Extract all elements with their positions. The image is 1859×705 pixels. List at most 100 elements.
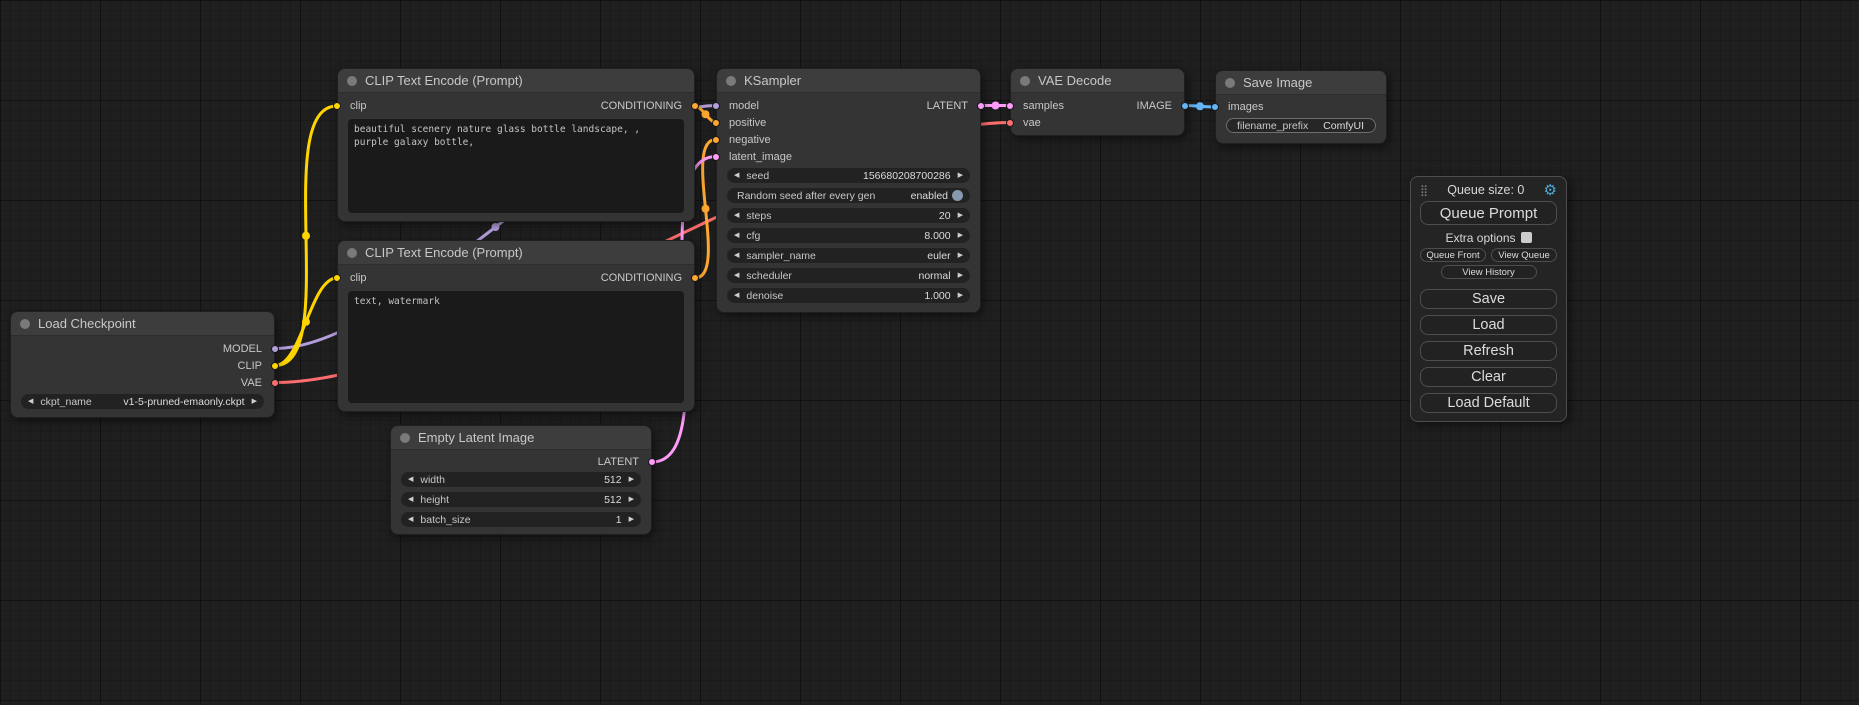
port-label: IMAGE	[1137, 100, 1172, 112]
arrow-left-icon[interactable]: ◀	[734, 232, 739, 239]
drag-handle-icon[interactable]: ⣿	[1420, 184, 1428, 197]
arrow-left-icon[interactable]: ◀	[408, 496, 413, 503]
node-title-bar[interactable]: Save Image	[1216, 71, 1386, 95]
arrow-right-icon[interactable]: ▶	[958, 232, 963, 239]
widget-sampler-name[interactable]: ◀ sampler_name euler ▶	[727, 248, 970, 263]
node-graph-canvas[interactable]: Load Checkpoint MODEL CLIP VAE ◀ ckpt_na…	[0, 0, 1859, 705]
node-title: KSampler	[744, 73, 801, 88]
port-clip-input[interactable]	[333, 274, 341, 282]
queue-front-button[interactable]: Queue Front	[1420, 248, 1486, 262]
view-history-button[interactable]: View History	[1441, 265, 1537, 279]
queue-prompt-button[interactable]: Queue Prompt	[1420, 201, 1557, 225]
collapse-dot-icon[interactable]	[20, 319, 30, 329]
prompt-text-input[interactable]: text, watermark	[348, 291, 684, 403]
widget-label: cfg	[746, 230, 760, 242]
port-negative-input[interactable]	[712, 136, 720, 144]
node-title-bar[interactable]: Empty Latent Image	[391, 426, 651, 450]
arrow-left-icon[interactable]: ◀	[408, 476, 413, 483]
arrow-left-icon[interactable]: ◀	[734, 252, 739, 259]
node-ksampler[interactable]: KSampler model LATENT positive negative …	[716, 68, 981, 313]
widget-filename-prefix[interactable]: filename_prefix ComfyUI	[1226, 118, 1376, 133]
arrow-right-icon[interactable]: ▶	[629, 476, 634, 483]
wire-clip	[275, 278, 337, 366]
port-row: vae	[1011, 114, 1184, 131]
load-default-button[interactable]: Load Default	[1420, 393, 1557, 413]
arrow-right-icon[interactable]: ▶	[958, 272, 963, 279]
widget-cfg[interactable]: ◀ cfg 8.000 ▶	[727, 228, 970, 243]
widget-value: 1	[616, 514, 622, 526]
node-title-bar[interactable]: CLIP Text Encode (Prompt)	[338, 69, 694, 93]
node-clip-text-encode-positive[interactable]: CLIP Text Encode (Prompt) clip CONDITION…	[337, 68, 695, 222]
node-clip-text-encode-negative[interactable]: CLIP Text Encode (Prompt) clip CONDITION…	[337, 240, 695, 412]
collapse-dot-icon[interactable]	[347, 248, 357, 258]
widget-height[interactable]: ◀ height 512 ▶	[401, 492, 641, 507]
widget-denoise[interactable]: ◀ denoise 1.000 ▶	[727, 288, 970, 303]
arrow-right-icon[interactable]: ▶	[958, 212, 963, 219]
port-image-output[interactable]	[1181, 102, 1189, 110]
collapse-dot-icon[interactable]	[1020, 76, 1030, 86]
node-title-bar[interactable]: KSampler	[717, 69, 980, 93]
port-samples-input[interactable]	[1006, 102, 1014, 110]
node-save-image[interactable]: Save Image images filename_prefix ComfyU…	[1215, 70, 1387, 144]
view-queue-button[interactable]: View Queue	[1491, 248, 1557, 262]
arrow-right-icon[interactable]: ▶	[958, 292, 963, 299]
collapse-dot-icon[interactable]	[726, 76, 736, 86]
settings-gear-icon[interactable]: ⚙	[1544, 183, 1557, 198]
widget-random-seed-toggle[interactable]: Random seed after every gen enabled	[727, 188, 970, 203]
arrow-right-icon[interactable]: ▶	[958, 172, 963, 179]
collapse-dot-icon[interactable]	[1225, 78, 1235, 88]
load-button[interactable]: Load	[1420, 315, 1557, 335]
collapse-dot-icon[interactable]	[347, 76, 357, 86]
widget-width[interactable]: ◀ width 512 ▶	[401, 472, 641, 487]
node-title: Empty Latent Image	[418, 430, 534, 445]
widget-ckpt-name[interactable]: ◀ ckpt_name v1-5-pruned-emaonly.ckpt ▶	[21, 394, 264, 409]
widget-steps[interactable]: ◀ steps 20 ▶	[727, 208, 970, 223]
port-latent-output[interactable]	[648, 458, 656, 466]
extra-options-checkbox[interactable]	[1521, 232, 1532, 243]
port-model-input[interactable]	[712, 102, 720, 110]
widget-scheduler[interactable]: ◀ scheduler normal ▶	[727, 268, 970, 283]
port-label: CONDITIONING	[601, 100, 682, 112]
node-title-bar[interactable]: CLIP Text Encode (Prompt)	[338, 241, 694, 265]
port-latent-image-input[interactable]	[712, 153, 720, 161]
widget-batch-size[interactable]: ◀ batch_size 1 ▶	[401, 512, 641, 527]
widget-label: sampler_name	[746, 250, 815, 262]
port-vae-output[interactable]	[271, 379, 279, 387]
port-vae-input[interactable]	[1006, 119, 1014, 127]
node-load-checkpoint[interactable]: Load Checkpoint MODEL CLIP VAE ◀ ckpt_na…	[10, 311, 275, 418]
node-title-bar[interactable]: VAE Decode	[1011, 69, 1184, 93]
widget-seed[interactable]: ◀ seed 156680208700286 ▶	[727, 168, 970, 183]
refresh-button[interactable]: Refresh	[1420, 341, 1557, 361]
port-model-output[interactable]	[271, 345, 279, 353]
prompt-text-input[interactable]: beautiful scenery nature glass bottle la…	[348, 119, 684, 213]
arrow-right-icon[interactable]: ▶	[629, 496, 634, 503]
port-clip-input[interactable]	[333, 102, 341, 110]
port-row: clip CONDITIONING	[338, 97, 694, 115]
port-clip-output[interactable]	[271, 362, 279, 370]
port-positive-input[interactable]	[712, 119, 720, 127]
arrow-right-icon[interactable]: ▶	[252, 398, 257, 405]
queue-panel-header: ⣿ Queue size: 0 ⚙	[1420, 181, 1557, 199]
clear-button[interactable]: Clear	[1420, 367, 1557, 387]
toggle-knob[interactable]	[952, 190, 963, 201]
node-title-bar[interactable]: Load Checkpoint	[11, 312, 274, 336]
collapse-dot-icon[interactable]	[400, 433, 410, 443]
port-conditioning-output[interactable]	[691, 274, 699, 282]
port-images-input[interactable]	[1211, 103, 1219, 111]
arrow-left-icon[interactable]: ◀	[28, 398, 33, 405]
arrow-left-icon[interactable]: ◀	[734, 212, 739, 219]
port-conditioning-output[interactable]	[691, 102, 699, 110]
save-button[interactable]: Save	[1420, 289, 1557, 309]
arrow-left-icon[interactable]: ◀	[734, 272, 739, 279]
arrow-right-icon[interactable]: ▶	[629, 516, 634, 523]
arrow-left-icon[interactable]: ◀	[734, 172, 739, 179]
arrow-right-icon[interactable]: ▶	[958, 252, 963, 259]
arrow-left-icon[interactable]: ◀	[408, 516, 413, 523]
arrow-left-icon[interactable]: ◀	[734, 292, 739, 299]
widget-label: batch_size	[420, 514, 470, 526]
node-empty-latent-image[interactable]: Empty Latent Image LATENT ◀ width 512 ▶ …	[390, 425, 652, 535]
port-label: negative	[729, 134, 771, 146]
node-vae-decode[interactable]: VAE Decode samples IMAGE vae	[1010, 68, 1185, 136]
port-latent-output[interactable]	[977, 102, 985, 110]
output-row: CLIP	[11, 357, 274, 374]
